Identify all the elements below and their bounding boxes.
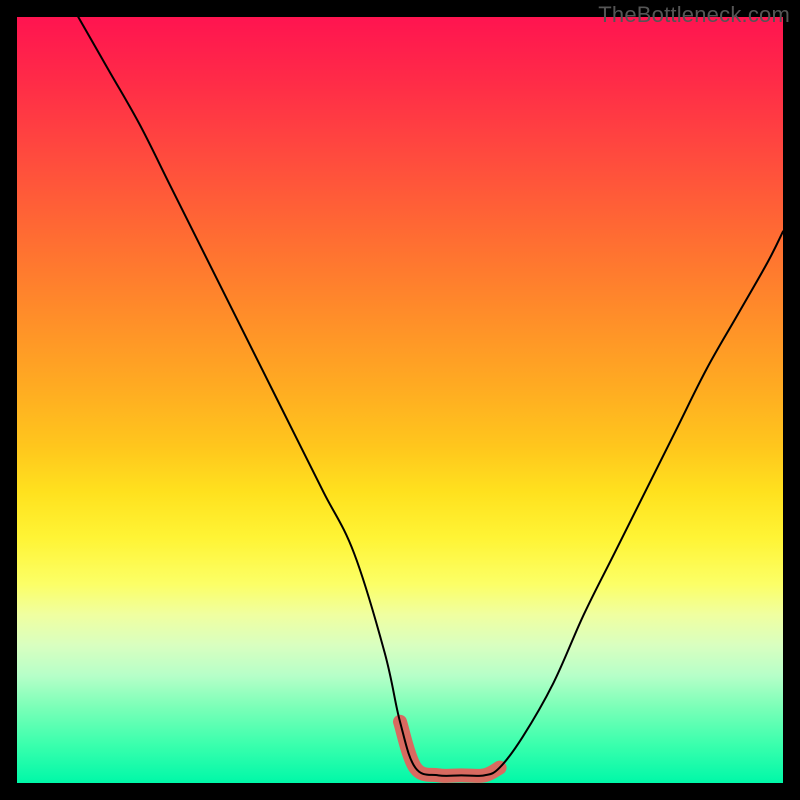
bottleneck-chart: TheBottleneck.com — [0, 0, 800, 800]
watermark-text: TheBottleneck.com — [598, 2, 790, 28]
bottleneck-curve-line — [78, 17, 783, 776]
curve-svg — [17, 17, 783, 783]
plot-area — [17, 17, 783, 783]
